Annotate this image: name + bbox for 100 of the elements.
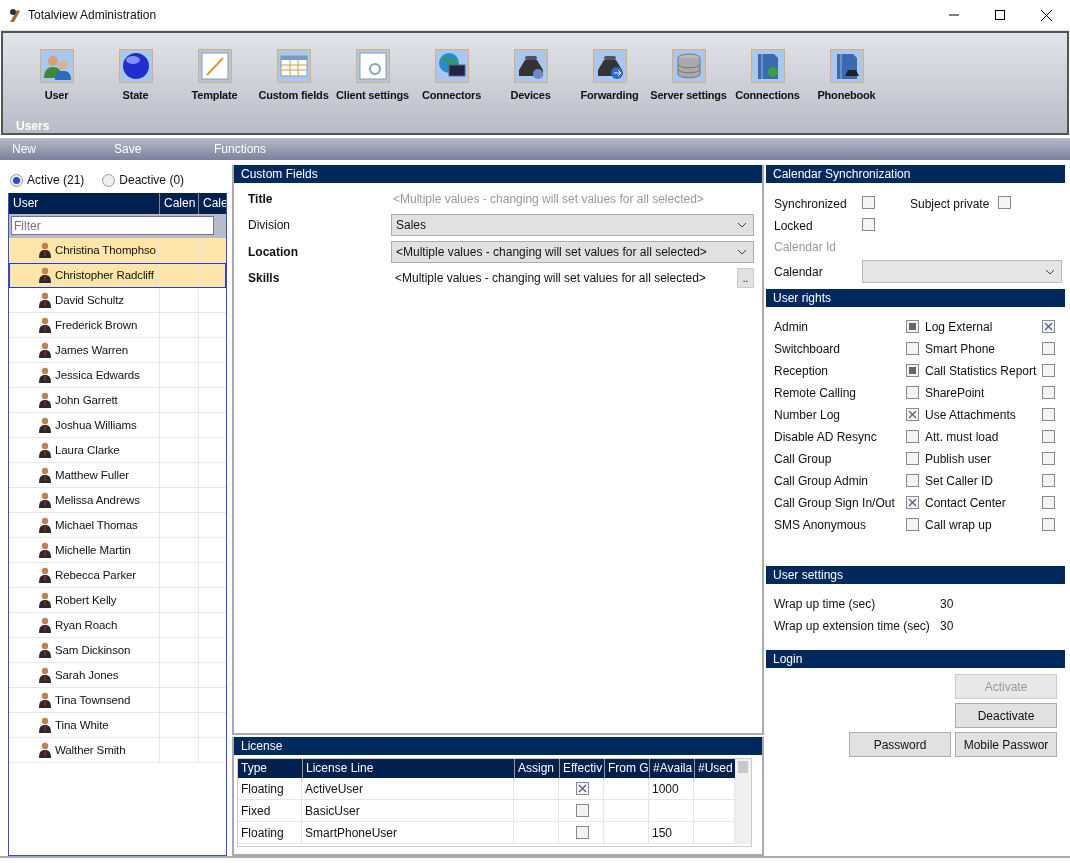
person-icon (39, 292, 51, 308)
user-row[interactable]: Laura Clarke (9, 438, 226, 463)
ribbon-button[interactable]: Phonebook (807, 49, 886, 115)
ribbon-button[interactable]: Connections (728, 49, 807, 115)
person-icon (39, 642, 51, 658)
column-header[interactable]: #Availa (649, 759, 694, 778)
column-header[interactable]: From G (604, 759, 649, 778)
ribbon-button[interactable]: Template (175, 49, 254, 115)
checkbox[interactable] (1042, 342, 1055, 355)
person-icon (39, 367, 51, 383)
checkbox[interactable] (906, 496, 919, 509)
column-header[interactable]: Effectiv (559, 759, 604, 778)
user-name: Ryan Roach (55, 619, 118, 631)
column-header[interactable]: Assign (514, 759, 559, 778)
user-row[interactable]: Jessica Edwards (9, 363, 226, 388)
checkbox[interactable] (906, 364, 919, 377)
checkbox[interactable] (862, 196, 875, 209)
user-row[interactable]: Christopher Radcliff (9, 263, 226, 288)
radio-button[interactable] (102, 173, 116, 187)
user-row[interactable]: Joshua Williams (9, 413, 226, 438)
user-row[interactable]: Sam Dickinson (9, 638, 226, 663)
right-label: SMS Anonymous (774, 516, 868, 533)
radio-button[interactable] (10, 173, 23, 187)
ribbon-button[interactable]: Client settings (333, 49, 412, 115)
close-icon[interactable] (1041, 9, 1052, 21)
checkbox[interactable] (906, 474, 919, 487)
user-row[interactable]: Tina White (9, 713, 226, 738)
user-row[interactable]: Matthew Fuller (9, 463, 226, 488)
panel-title: Login (773, 652, 803, 666)
column-header[interactable]: #Used (694, 759, 735, 778)
checkbox[interactable] (906, 430, 919, 443)
setting-label: Wrap up extension time (sec) (774, 619, 931, 633)
column-header[interactable]: User (9, 193, 159, 214)
checkbox[interactable] (1042, 452, 1055, 465)
user-row[interactable]: Ryan Roach (9, 613, 226, 638)
ribbon-button[interactable]: Server settings (649, 49, 728, 115)
login-button[interactable]: Password (849, 732, 951, 757)
user-row[interactable]: Tina Townsend (9, 688, 226, 713)
checkbox[interactable] (1042, 364, 1055, 377)
checkbox[interactable] (1042, 408, 1055, 421)
checkbox[interactable] (1042, 474, 1055, 487)
ribbon-button[interactable]: Devices (491, 49, 570, 115)
user-row[interactable]: James Warren (9, 338, 226, 363)
setting-label: Wrap up time (sec) (774, 597, 877, 611)
user-row[interactable]: Rebecca Parker (9, 563, 226, 588)
table-cell: Fixed (238, 800, 302, 822)
ribbon-button[interactable]: Custom fields (254, 49, 333, 115)
login-button[interactable]: Mobile Passwor (955, 732, 1057, 757)
checkbox[interactable] (906, 342, 919, 355)
person-icon (39, 717, 51, 733)
checkbox[interactable] (1042, 430, 1055, 443)
checkbox[interactable] (862, 218, 875, 231)
ribbon-button[interactable]: User (17, 49, 96, 115)
user-name: Tina Townsend (55, 694, 131, 706)
filter-field[interactable]: Filter (11, 216, 214, 235)
browse-button[interactable]: .. (737, 268, 754, 288)
column-header[interactable]: Type (238, 759, 302, 778)
chevron-down-icon (737, 222, 747, 228)
user-name: Frederick Brown (55, 319, 138, 331)
checkbox[interactable] (906, 320, 919, 333)
person-icon (39, 467, 51, 483)
checkbox[interactable] (576, 826, 589, 839)
ribbon-button[interactable]: State (96, 49, 175, 115)
user-row[interactable]: Michael Thomas (9, 513, 226, 538)
user-row[interactable]: Robert Kelly (9, 588, 226, 613)
dropdown[interactable]: Sales (391, 214, 754, 236)
user-row[interactable]: Michelle Martin (9, 538, 226, 563)
ribbon-button[interactable]: Connectors (412, 49, 491, 115)
checkbox[interactable] (576, 804, 589, 817)
checkbox[interactable] (906, 518, 919, 531)
user-row[interactable]: Melissa Andrews (9, 488, 226, 513)
user-name: Christopher Radcliff (55, 269, 154, 281)
checkbox[interactable] (1042, 518, 1055, 531)
user-name: Sarah Jones (55, 669, 119, 681)
user-row[interactable]: Christina Thomphso (9, 238, 226, 263)
person-icon (39, 692, 51, 708)
user-row[interactable]: Sarah Jones (9, 663, 226, 688)
user-row[interactable]: David Schultz (9, 288, 226, 313)
checkbox[interactable] (998, 196, 1011, 209)
checkbox[interactable] (576, 782, 589, 795)
ribbon-button[interactable]: Forwarding (570, 49, 649, 115)
user-row[interactable]: John Garrett (9, 388, 226, 413)
checkbox[interactable] (1042, 386, 1055, 399)
checkbox[interactable] (906, 452, 919, 465)
checkbox[interactable] (1042, 496, 1055, 509)
login-button[interactable]: Deactivate (955, 703, 1057, 728)
scrollbar[interactable] (735, 759, 751, 844)
table-cell (694, 778, 735, 800)
column-header[interactable]: License Line (302, 759, 514, 778)
user-name: Walther Smith (55, 744, 126, 756)
dropdown[interactable]: <Multiple values - changing will set values for all selected> (391, 241, 754, 263)
maximize-icon[interactable] (995, 9, 1005, 20)
checkbox[interactable] (906, 408, 919, 421)
user-row[interactable]: Walther Smith (9, 738, 226, 763)
user-row[interactable]: Frederick Brown (9, 313, 226, 338)
field-value: <Multiple values - changing will set values for all selected> (395, 271, 706, 285)
checkbox[interactable] (1042, 320, 1055, 333)
right-label: Reception (774, 362, 830, 379)
right-label: Att. must load (925, 428, 1000, 445)
checkbox[interactable] (906, 386, 919, 399)
